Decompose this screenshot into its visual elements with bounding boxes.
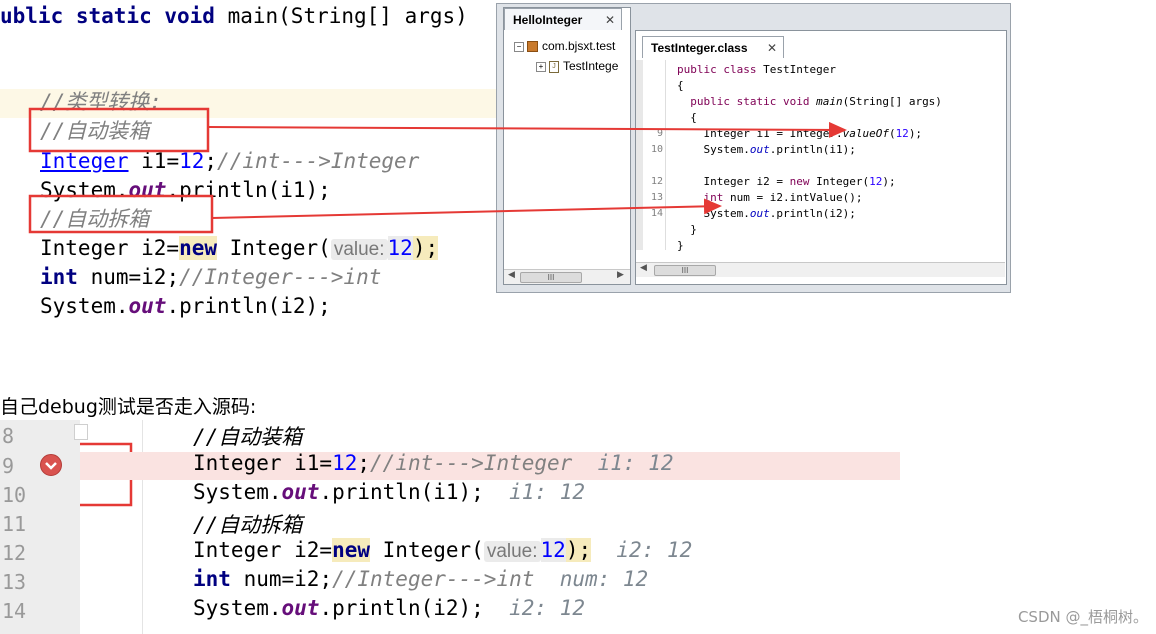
debug-value: i2: 12 bbox=[509, 596, 585, 620]
decompiled-line: { bbox=[677, 79, 684, 92]
scroll-left-icon[interactable]: ◀ bbox=[508, 270, 515, 280]
horizontal-scrollbar[interactable]: ◀ III ▶ bbox=[504, 269, 630, 284]
decompiled-line: { bbox=[677, 111, 697, 124]
decompiled-line: int num = i2.intValue(); bbox=[703, 191, 863, 204]
collapse-icon[interactable]: − bbox=[514, 41, 524, 52]
code-line-i1: Integer i1=12;//int--->Integer bbox=[40, 149, 420, 173]
parameter-hint: value: bbox=[330, 239, 388, 260]
eclipse-window: HelloInteger ✕ − com.bjsxt.test + J TestInte… bbox=[496, 3, 1011, 293]
checkmark-icon bbox=[45, 462, 57, 470]
code-comment-unbox: //自动拆箱 bbox=[193, 513, 303, 537]
scroll-right-icon[interactable]: ▶ bbox=[617, 270, 624, 280]
code-line-print-i2: System.out.println(i2); bbox=[40, 294, 331, 318]
code-comment-autobox: //自动装箱 bbox=[193, 425, 303, 449]
code-comment-autobox: //自动装箱 bbox=[40, 119, 150, 143]
class-file-icon: J bbox=[549, 60, 559, 73]
code-comment-type-conversion: //类型转换: bbox=[40, 90, 162, 114]
integer-type-link[interactable]: Integer bbox=[40, 149, 129, 173]
expand-icon[interactable]: + bbox=[536, 61, 546, 72]
code-comment-unbox: //自动拆箱 bbox=[40, 207, 150, 231]
line-number: 8 bbox=[2, 424, 15, 448]
debug-value: i2: 12 bbox=[616, 538, 693, 562]
fold-marker-icon[interactable] bbox=[74, 424, 88, 440]
scroll-thumb[interactable]: III bbox=[520, 272, 582, 283]
decompiled-line: } bbox=[677, 223, 697, 236]
code-line-main: ublic static void main(String[] args) bbox=[0, 4, 468, 28]
close-icon[interactable]: ✕ bbox=[605, 9, 615, 31]
debug-value: num: 12 bbox=[559, 567, 649, 591]
decompiled-line: public class TestInteger bbox=[677, 63, 836, 76]
line-number: 14 bbox=[2, 599, 27, 623]
editor-ruler bbox=[636, 60, 643, 250]
code-line-print-i1: System.out.println(i1); i1: 12 bbox=[193, 480, 585, 504]
tree-item-package[interactable]: − com.bjsxt.test bbox=[514, 39, 615, 53]
tab-hellointeger[interactable]: HelloInteger ✕ bbox=[504, 8, 622, 30]
caption-text: 自己debug测试是否走入源码: bbox=[0, 396, 257, 418]
line-number: 14 bbox=[650, 208, 663, 219]
scroll-thumb[interactable]: III bbox=[654, 265, 716, 276]
close-icon[interactable]: ✕ bbox=[767, 37, 777, 59]
code-line-print-i1: System.out.println(i1); bbox=[40, 178, 331, 202]
breakpoint-icon[interactable] bbox=[40, 454, 62, 476]
line-number: 13 bbox=[650, 192, 663, 203]
decompiled-line: public static void main(String[] args) bbox=[690, 95, 942, 108]
decompiled-line: } bbox=[677, 239, 684, 252]
debug-value: i1: 12 bbox=[509, 480, 585, 504]
code-line-i1: Integer i1=12;//int--->Integer i1: 12 bbox=[193, 451, 674, 475]
editor-horizontal-scrollbar[interactable]: ◀ III bbox=[636, 262, 1005, 277]
line-number: 9 bbox=[656, 128, 663, 139]
line-number: 9 bbox=[2, 454, 15, 478]
tree-item-file[interactable]: + J TestIntege bbox=[536, 59, 618, 73]
decompiled-line: Integer i2 = new Integer(12); bbox=[677, 175, 896, 188]
line-number: 10 bbox=[2, 483, 27, 507]
decompiled-line: System.out.println(i2); bbox=[677, 207, 856, 220]
line-number: 10 bbox=[650, 144, 663, 155]
debug-value: i1: 12 bbox=[597, 451, 674, 475]
line-number: 13 bbox=[2, 570, 27, 594]
decompiled-line: System.out.println(i1); bbox=[677, 143, 856, 156]
package-icon bbox=[527, 41, 538, 53]
code-line-num: int num=i2;//Integer--->int num: 12 bbox=[193, 567, 649, 591]
code-line-num: int num=i2;//Integer--->int bbox=[40, 265, 382, 289]
line-number-ruler: 9 10 12 13 14 bbox=[645, 60, 666, 250]
line-number: 12 bbox=[650, 176, 663, 187]
line-number: 12 bbox=[2, 541, 27, 565]
scroll-left-icon[interactable]: ◀ bbox=[640, 263, 647, 273]
code-line-i2: Integer i2=new Integer(value: 12); bbox=[40, 236, 439, 260]
code-line-print-i2: System.out.println(i2); i2: 12 bbox=[193, 596, 585, 620]
decompiled-line: Integer i1 = Integer.valueOf(12); bbox=[677, 127, 923, 140]
tab-testinteger-class[interactable]: TestInteger.class ✕ bbox=[642, 36, 784, 58]
parameter-hint: value: bbox=[483, 541, 541, 562]
line-number: 11 bbox=[2, 512, 27, 536]
code-line-i2: Integer i2=new Integer(value: 12); i2: 12 bbox=[193, 538, 693, 562]
watermark: CSDN @_梧桐树。 bbox=[1017, 608, 1148, 626]
package-explorer: HelloInteger ✕ − com.bjsxt.test + J TestInte… bbox=[503, 7, 631, 285]
